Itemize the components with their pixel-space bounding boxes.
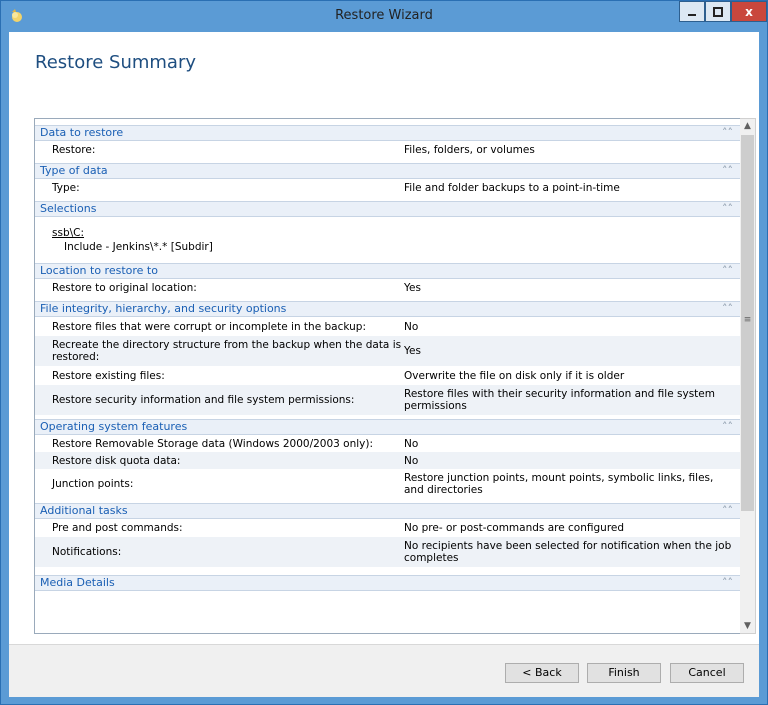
- finish-button[interactable]: Finish: [587, 663, 661, 683]
- cancel-button[interactable]: Cancel: [670, 663, 744, 683]
- close-button[interactable]: x: [731, 1, 767, 22]
- scroll-down-icon[interactable]: ▼: [740, 619, 755, 633]
- section-title: Media Details: [40, 576, 115, 589]
- section-title: File integrity, hierarchy, and security …: [40, 302, 287, 315]
- collapse-icon[interactable]: ˄˄: [722, 420, 733, 434]
- scrollbar-thumb[interactable]: ≡: [741, 135, 754, 511]
- row-value: Files, folders, or volumes: [404, 144, 535, 156]
- summary-row: Restore: Files, folders, or volumes: [35, 141, 741, 159]
- row-value: No pre- or post-commands are configured: [404, 522, 625, 534]
- section-header-selections[interactable]: Selections ˄˄: [35, 201, 741, 217]
- restore-wizard-window: Restore Wizard x Restore Summary Data to…: [0, 0, 768, 705]
- minimize-icon: [688, 13, 696, 16]
- row-label: Restore:: [52, 144, 96, 156]
- collapse-icon[interactable]: ˄˄: [722, 576, 733, 590]
- section-title: Selections: [40, 202, 97, 215]
- section-header-data-to-restore[interactable]: Data to restore ˄˄: [35, 125, 741, 141]
- button-bar: < Back Finish Cancel: [9, 644, 759, 697]
- section-header-type-of-data[interactable]: Type of data ˄˄: [35, 163, 741, 179]
- row-label: Restore existing files:: [52, 369, 165, 382]
- row-value: Overwrite the file on disk only if it is…: [404, 369, 625, 382]
- row-value: Restore files with their security inform…: [404, 388, 715, 412]
- row-label: Restore files that were corrupt or incom…: [52, 320, 366, 333]
- summary-row: Pre and post commands: No pre- or post-c…: [35, 519, 741, 537]
- summary-row: Notifications: No recipients have been s…: [35, 537, 741, 567]
- row-label: Junction points:: [52, 478, 134, 490]
- section-title: Data to restore: [40, 126, 124, 139]
- section-header-os-features[interactable]: Operating system features ˄˄: [35, 419, 741, 435]
- minimize-button[interactable]: [679, 1, 705, 22]
- section-header-media-details[interactable]: Media Details ˄˄: [35, 575, 741, 591]
- back-button[interactable]: < Back: [505, 663, 579, 683]
- collapse-icon[interactable]: ˄˄: [722, 202, 733, 216]
- row-label: Restore disk quota data:: [52, 454, 181, 467]
- row-label: Restore to original location:: [52, 282, 197, 294]
- row-label: Pre and post commands:: [52, 522, 183, 534]
- section-title: Location to restore to: [40, 264, 158, 277]
- summary-row: Recreate the directory structure from th…: [35, 336, 741, 366]
- row-label: Restore security information and file sy…: [52, 394, 355, 406]
- collapse-icon[interactable]: ˄˄: [722, 126, 733, 140]
- section-header-additional-tasks[interactable]: Additional tasks ˄˄: [35, 503, 741, 519]
- grip-icon: ≡: [743, 315, 752, 325]
- row-value: No: [404, 454, 419, 467]
- maximize-icon: [713, 6, 723, 17]
- row-value: File and folder backups to a point-in-ti…: [404, 182, 620, 194]
- summary-row: Restore files that were corrupt or incom…: [35, 317, 741, 336]
- row-value: Restore junction points, mount points, s…: [404, 472, 714, 496]
- selection-path: ssb\C:: [52, 227, 85, 239]
- maximize-button[interactable]: [705, 1, 731, 22]
- section-title: Type of data: [40, 164, 108, 177]
- collapse-icon[interactable]: ˄˄: [722, 264, 733, 278]
- section-header-location[interactable]: Location to restore to ˄˄: [35, 263, 741, 279]
- collapse-icon[interactable]: ˄˄: [722, 164, 733, 178]
- page-title: Restore Summary: [35, 52, 197, 73]
- summary-row: Restore disk quota data: No: [35, 452, 741, 469]
- summary-row: Restore Removable Storage data (Windows …: [35, 435, 741, 452]
- selection-include: Include - Jenkins\*.* [Subdir]: [64, 241, 213, 253]
- collapse-icon[interactable]: ˄˄: [722, 504, 733, 518]
- row-value: No: [404, 320, 419, 333]
- row-value: Yes: [404, 345, 421, 357]
- wizard-client-area: Restore Summary Data to restore ˄˄ Resto…: [9, 32, 759, 697]
- title-bar[interactable]: Restore Wizard x: [1, 1, 767, 31]
- section-title: Operating system features: [40, 420, 188, 433]
- row-label: Restore Removable Storage data (Windows …: [52, 437, 374, 450]
- summary-row: Junction points: Restore junction points…: [35, 469, 741, 499]
- scroll-up-icon[interactable]: ▲: [740, 119, 755, 133]
- selections-block: ssb\C: Include - Jenkins\*.* [Subdir]: [35, 217, 741, 257]
- collapse-icon[interactable]: ˄˄: [722, 302, 733, 316]
- summary-row: Restore existing files: Overwrite the fi…: [35, 366, 741, 385]
- summary-row: Restore security information and file sy…: [35, 385, 741, 415]
- section-title: Additional tasks: [40, 504, 128, 517]
- summary-row: Restore to original location: Yes: [35, 279, 741, 297]
- summary-panel: Data to restore ˄˄ Restore: Files, folde…: [34, 118, 742, 634]
- row-label: Type:: [52, 182, 80, 194]
- row-label: Notifications:: [52, 546, 122, 558]
- window-title: Restore Wizard: [335, 8, 433, 23]
- row-value: No: [404, 437, 419, 450]
- row-label: Recreate the directory structure from th…: [52, 339, 402, 363]
- section-header-integrity[interactable]: File integrity, hierarchy, and security …: [35, 301, 741, 317]
- summary-content: Data to restore ˄˄ Restore: Files, folde…: [35, 119, 741, 591]
- vertical-scrollbar[interactable]: ▲ ≡ ▼: [740, 118, 756, 634]
- summary-row: Type: File and folder backups to a point…: [35, 179, 741, 197]
- row-value: No recipients have been selected for not…: [404, 540, 732, 564]
- close-icon: x: [745, 4, 753, 19]
- row-value: Yes: [404, 282, 421, 294]
